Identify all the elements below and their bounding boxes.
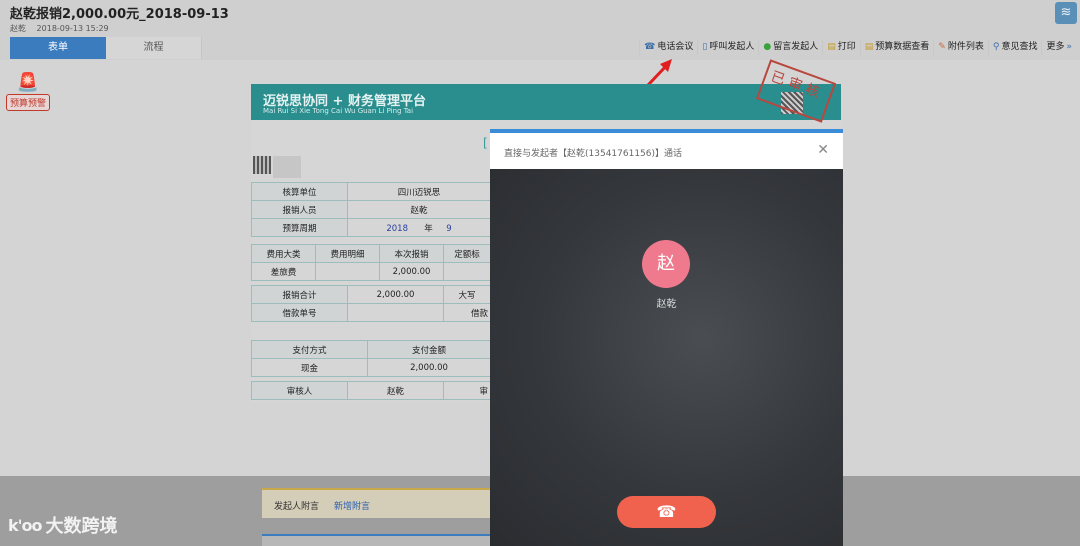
form-table-top: 核算单位 四川迈锐思 报销人员 赵乾 预算周期 2018 年 9: [251, 182, 491, 237]
close-icon[interactable]: ✕: [817, 142, 829, 158]
table-row: 差旅费 2,000.00: [251, 262, 491, 281]
period-label: 预算周期: [251, 218, 348, 237]
cost-detail-label: 费用明细: [315, 244, 380, 263]
opinion-search-button[interactable]: ⚲ 意见查找: [987, 39, 1042, 55]
budget-data-button[interactable]: ▤ 预算数据查看: [859, 39, 934, 55]
reviewer-table: 审核人 赵乾 审: [251, 381, 491, 400]
loan-label: 借款单号: [251, 303, 348, 322]
call-icon: ▯: [702, 42, 708, 52]
pay-method-label: 支付方式: [251, 340, 368, 359]
table-row: 现金 2,000.00: [251, 358, 491, 377]
message-icon: ●: [763, 42, 772, 52]
tab-form[interactable]: 表单: [10, 37, 106, 59]
small-qr-icon: [253, 156, 271, 174]
call-modal: 直接与发起者【赵乾(13541761156)】通话 ✕ 赵 赵乾 ☎: [490, 129, 843, 546]
page-header: 赵乾报销2,000.00元_2018-09-13 赵乾 2018-09-13 1…: [0, 0, 1080, 60]
phone-conference-icon: ☎: [644, 42, 656, 52]
modal-header: 直接与发起者【赵乾(13541761156)】通话 ✕: [490, 133, 843, 169]
siren-icon: 🚨: [16, 72, 40, 93]
attachment-section: 发起人附言 新增附言: [262, 488, 490, 518]
quota-label: 定额标: [443, 244, 491, 263]
title-bracket: [: [483, 136, 488, 150]
budget-alarm[interactable]: 🚨 预算预警: [4, 72, 52, 111]
person-value: 赵乾: [347, 200, 491, 219]
add-note-link[interactable]: 新增附言: [334, 499, 370, 512]
print-button[interactable]: ▤ 打印: [822, 39, 860, 55]
table-row: 报销人员 赵乾: [251, 200, 491, 219]
more-button[interactable]: 更多»: [1041, 39, 1076, 55]
person-label: 报销人员: [251, 200, 348, 219]
total-label: 报销合计: [251, 285, 348, 304]
unit-label: 核算单位: [251, 182, 348, 201]
reviewer-label: 审核人: [251, 381, 348, 400]
loan-right-label: 借款: [443, 303, 491, 322]
page-title: 赵乾报销2,000.00元_2018-09-13: [10, 7, 229, 22]
pay-amount-label: 支付金额: [367, 340, 491, 359]
author: 赵乾: [10, 24, 26, 33]
amount-value: 2,000.00: [379, 262, 444, 281]
attachment-list-button[interactable]: ✎ 附件列表: [933, 39, 988, 55]
cost-cat-label: 费用大类: [251, 244, 316, 263]
table-row: 支付方式 支付金额: [251, 340, 491, 359]
total-table: 报销合计 2,000.00 大写 借款单号 借款: [251, 285, 491, 322]
attachment-icon: ✎: [938, 42, 946, 52]
amount-label: 本次报销: [379, 244, 444, 263]
more-icon: »: [1066, 42, 1072, 52]
table-row: 报销合计 2,000.00 大写: [251, 285, 491, 304]
table-row: 预算周期 2018 年 9: [251, 218, 491, 237]
reviewer-right-label: 审: [443, 381, 491, 400]
search-icon: ⚲: [992, 42, 1000, 52]
call-initiator-button[interactable]: ▯ 呼叫发起人: [697, 39, 758, 55]
form-banner: 迈锐思协同 + 财务管理平台 Mai Rui Si Xie Tong Cai W…: [251, 84, 841, 120]
cost-cat-value: 差旅费: [251, 262, 316, 281]
hangup-icon: ☎: [656, 502, 677, 521]
datetime: 2018-09-13 15:29: [36, 24, 109, 33]
payment-table: 支付方式 支付金额 现金 2,000.00: [251, 340, 491, 377]
table-row: 审核人 赵乾 审: [251, 381, 491, 400]
print-icon: ▤: [827, 42, 836, 52]
pay-amount-value: 2,000.00: [367, 358, 491, 377]
table-row: 借款单号 借款: [251, 303, 491, 322]
caller-name: 赵乾: [656, 299, 677, 310]
hangup-button[interactable]: ☎: [617, 496, 716, 528]
banner-subtitle: Mai Rui Si Xie Tong Cai Wu Guan Li Ping …: [263, 107, 414, 115]
tab-flow[interactable]: 流程: [106, 37, 202, 59]
qr-placeholder: [273, 156, 301, 178]
table-row: 费用大类 费用明细 本次报销 定额标: [251, 244, 491, 263]
watermark: k'oo 大数跨境: [8, 512, 118, 538]
call-body: 赵 赵乾 ☎: [490, 169, 843, 546]
budget-icon: ▤: [864, 42, 874, 52]
phone-conference-button[interactable]: ☎ 电话会议: [639, 39, 697, 55]
message-initiator-button[interactable]: ● 留言发起人: [758, 39, 822, 55]
reviewer-value: 赵乾: [347, 381, 444, 400]
page-meta: 赵乾 2018-09-13 15:29: [10, 23, 117, 34]
watermark-logo: k'oo: [8, 515, 43, 535]
layers-icon[interactable]: ≋: [1055, 2, 1077, 24]
unit-value: 四川迈锐思: [347, 182, 491, 201]
table-row: 核算单位 四川迈锐思: [251, 182, 491, 201]
attachment-section-2: [262, 534, 490, 546]
cost-table: 费用大类 费用明细 本次报销 定额标 差旅费 2,000.00: [251, 244, 491, 281]
budget-alarm-label: 预算预警: [5, 94, 50, 111]
pay-method-value: 现金: [251, 358, 368, 377]
watermark-text: 大数跨境: [45, 516, 118, 537]
period-value: 2018 年 9: [347, 218, 491, 237]
capital-label: 大写: [443, 285, 491, 304]
total-value: 2,000.00: [347, 285, 444, 304]
avatar: 赵: [642, 240, 690, 288]
modal-title: 直接与发起者【赵乾(13541761156)】通话: [504, 149, 683, 159]
toolbar: ☎ 电话会议 ▯ 呼叫发起人 ● 留言发起人 ▤ 打印 ▤ 预算数据查看 ✎ 附件列表 ⚲ 意…: [639, 39, 1076, 55]
tab-bar: 表单 流程: [10, 37, 202, 59]
attachment-label: 发起人附言: [274, 502, 320, 512]
